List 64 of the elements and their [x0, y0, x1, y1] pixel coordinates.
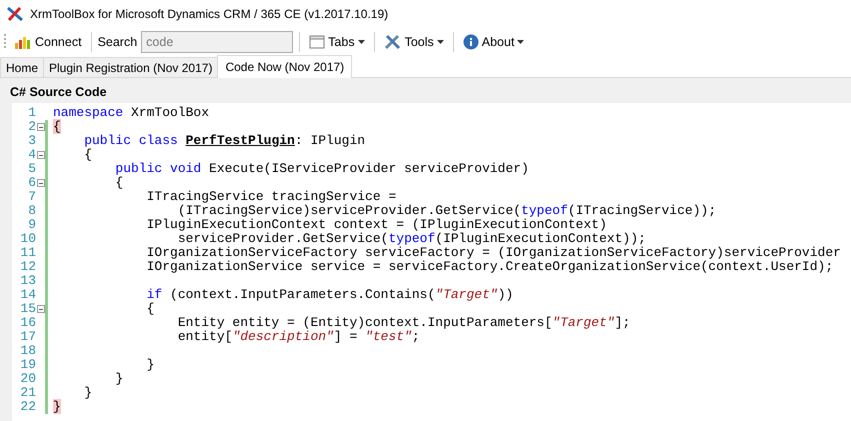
menu-button[interactable]: Tabs: [306, 32, 368, 52]
code-line: }: [83, 386, 92, 400]
line-number: 18: [19, 344, 36, 358]
caret-icon: [358, 40, 365, 44]
line-number: 21: [19, 386, 36, 400]
line-number: 1: [27, 106, 36, 120]
tab[interactable]: Code Now (Nov 2017): [217, 55, 352, 78]
code-line: {: [83, 148, 92, 162]
tab[interactable]: Home: [0, 57, 44, 77]
line-number: 17: [19, 330, 36, 344]
line-number: 7: [27, 190, 36, 204]
app-logo-icon: [6, 6, 24, 22]
code-editor[interactable]: [12, 103, 851, 421]
code-line: Entity entity = (Entity)context.InputParameters["Target"];: [176, 316, 630, 330]
fold-icon[interactable]: [37, 305, 45, 313]
code-line: IOrganizationService service = serviceFactory.CreateOrganizationService(context.UserId);: [146, 260, 834, 274]
line-number: 12: [19, 260, 36, 274]
grip-icon: [4, 33, 7, 51]
code-line: serviceProvider.GetService(typeof(IPluginExecutionContext));: [176, 232, 646, 246]
code-line: }: [146, 358, 154, 372]
code-line: entity["description"] = "test";: [176, 330, 420, 344]
line-number: 14: [19, 288, 36, 302]
line-number: 10: [19, 232, 36, 246]
code-line: }: [114, 372, 124, 386]
search-field[interactable]: code: [141, 31, 294, 53]
menu-button[interactable]: About: [460, 32, 528, 52]
line-number: 9: [27, 218, 36, 232]
window-icon: [309, 34, 326, 50]
code-line: public void Execute(IServiceProvider serviceProvider): [114, 162, 529, 176]
caret-icon: [436, 40, 444, 44]
line-number: 11: [19, 246, 36, 260]
toolbar-button[interactable]: Connect: [11, 32, 85, 52]
fold-icon[interactable]: [37, 179, 45, 187]
caret-icon: [517, 40, 524, 44]
line-number: 5: [27, 162, 36, 176]
code-line: ITracingService tracingService =: [146, 190, 396, 204]
line-number: 4: [27, 148, 36, 162]
panel-title: C# Source Code: [9, 84, 108, 101]
window-title: XrmToolBox for Microsoft Dynamics CRM / 365 CE (v1.2017.10.19): [30, 6, 388, 23]
code-line: IOrganizationServiceFactory serviceFactory = (IOrganizationServiceFactory)serviceProvider: [146, 246, 841, 260]
fold-icon[interactable]: [37, 151, 45, 159]
code-line: if (context.InputParameters.Contains("Target")): [146, 288, 514, 302]
line-number: 2: [27, 120, 36, 134]
search-label: Search: [98, 34, 138, 51]
code-line: namespace XrmToolBox: [53, 106, 210, 120]
line-number: 15: [19, 302, 36, 316]
fold-icon[interactable]: [37, 123, 45, 131]
line-number: 19: [19, 358, 36, 372]
code-line: (ITracingService)serviceProvider.GetService(typeof(ITracingService));: [176, 204, 716, 218]
code-line: IPluginExecutionContext context = (IPluginExecutionContext): [146, 218, 607, 232]
line-number: 20: [19, 372, 36, 386]
code-line: {: [146, 302, 154, 316]
line-number: 16: [19, 316, 36, 330]
line-number: 8: [27, 204, 36, 218]
info-icon: [462, 34, 479, 50]
line-number: 6: [27, 176, 36, 190]
bar-chart-icon: [14, 34, 32, 50]
line-number: 13: [19, 274, 36, 288]
code-line: public class PerfTestPlugin: IPlugin: [83, 134, 366, 148]
line-number: 22: [19, 400, 36, 414]
line-number: 3: [27, 134, 36, 148]
menu-button[interactable]: Tools: [380, 32, 447, 52]
code-line: {: [114, 176, 124, 190]
tab[interactable]: Plugin Registration (Nov 2017): [43, 57, 218, 77]
